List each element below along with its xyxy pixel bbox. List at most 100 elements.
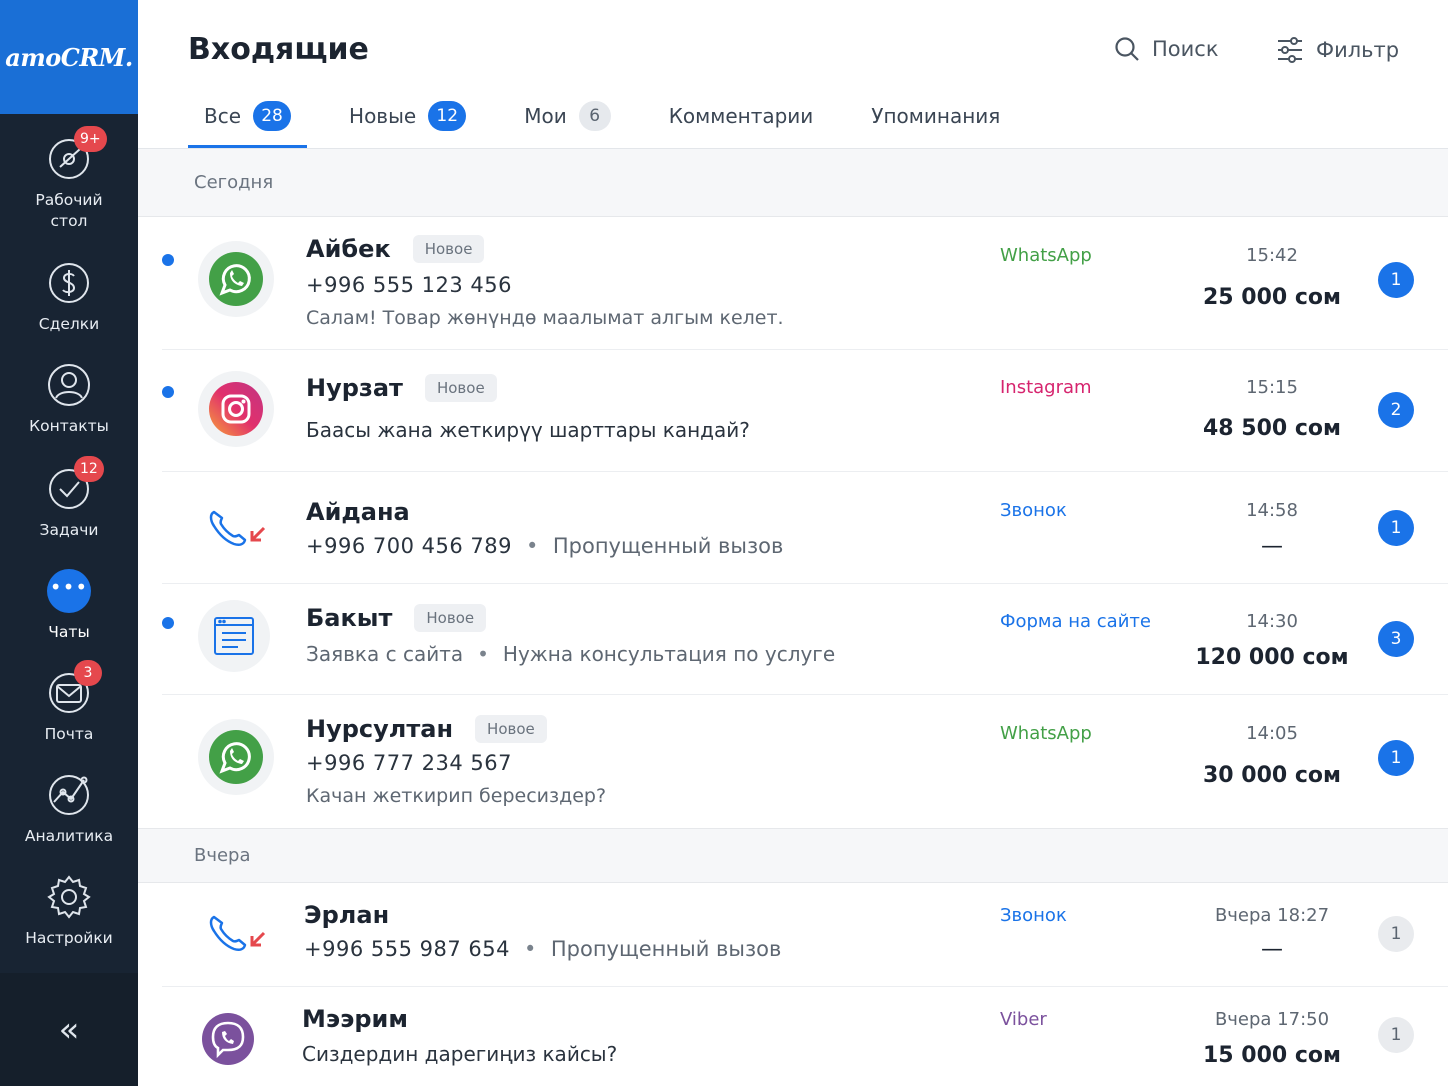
web-form-icon (198, 600, 270, 672)
sidebar-item-chats[interactable]: ••• Чаты (0, 568, 138, 643)
deal-amount: 30 000 сом (1203, 763, 1341, 788)
contact-name: Нурзат (306, 374, 403, 402)
tab-mentions[interactable]: Упоминания (871, 92, 1016, 140)
sidebar-item-label: Чаты (48, 623, 90, 641)
sidebar-item-label: Рабочий стол (35, 191, 103, 230)
tab-mine[interactable]: Мои 6 (524, 92, 627, 140)
sidebar-item-dashboard[interactable]: 9+ Рабочий стол (0, 126, 138, 232)
message-row[interactable]: Эрлан +996 555 987 654 • Пропущенный вызов… (162, 883, 1448, 987)
main-content: Входящие Поиск Фильтр Все 28 Новые 12 Мо… (138, 0, 1448, 1086)
collapse-sidebar-button[interactable]: « (0, 973, 138, 1086)
message-preview: Качан жеткирип бересиздер? (306, 785, 607, 807)
missed-call-icon (198, 895, 274, 971)
message-preview: Сиздердин дарегиңиз кайсы? (302, 1042, 618, 1066)
unread-dot (162, 254, 174, 266)
tab-label: Упоминания (871, 104, 1001, 128)
message-row[interactable]: Нурсултан Новое +996 777 234 567 Качан ж… (162, 695, 1448, 828)
sidebar-item-label: Аналитика (24, 827, 114, 845)
deal-amount: 15 000 сом (1203, 1043, 1341, 1068)
sidebar-item-label: Контакты (29, 417, 109, 435)
instagram-icon (198, 371, 274, 447)
section-label: Вчера (194, 845, 251, 866)
nav-badge: 12 (74, 456, 104, 482)
new-badge: Новое (414, 604, 487, 632)
search-label: Поиск (1152, 37, 1219, 61)
unread-count: 1 (1378, 510, 1414, 546)
message-row[interactable]: Нурзат Новое Баасы жана жеткирүү шарттар… (162, 350, 1448, 472)
filter-sliders-icon (1278, 37, 1302, 63)
unread-count: 3 (1378, 621, 1414, 657)
viber-icon (190, 1001, 266, 1077)
search-button[interactable]: Поиск (1114, 36, 1219, 62)
new-badge: Новое (424, 374, 497, 402)
contact-name: Эрлан (304, 901, 390, 929)
new-badge: Новое (475, 715, 547, 743)
contacts-icon (46, 362, 92, 408)
settings-icon (46, 874, 92, 920)
message-preview: Пропущенный вызов (550, 937, 782, 961)
message-time: Вчера 17:50 (1214, 1009, 1330, 1030)
sidebar-item-mail[interactable]: 3 Почта (0, 660, 138, 745)
message-row[interactable]: Мээрим Сиздердин дарегиңиз кайсы? Viber … (162, 987, 1448, 1086)
message-preview: Пропущенный вызов (552, 534, 784, 558)
sidebar-item-label: Почта (44, 725, 94, 743)
sidebar-item-deals[interactable]: Сделки (0, 260, 138, 335)
channel-label: Viber (1000, 1009, 1047, 1030)
section-label: Сегодня (194, 172, 274, 193)
sidebar-item-contacts[interactable]: Контакты (0, 362, 138, 437)
section-header-today: Сегодня (138, 149, 1448, 217)
analytics-icon (46, 772, 92, 818)
message-row[interactable]: Айдана +996 700 456 789 • Пропущенный вызо… (162, 472, 1448, 584)
channel-label: Звонок (1000, 905, 1067, 926)
page-title: Входящие (188, 32, 369, 67)
whatsapp-icon (198, 719, 274, 795)
channel-label: Форма на сайте (1000, 611, 1151, 632)
nav-badge: 9+ (74, 126, 107, 152)
chat-icon: ••• (46, 568, 92, 614)
contact-name: Мээрим (302, 1005, 408, 1033)
message-time: 14:58 (1246, 500, 1298, 521)
message-source: Заявка с сайта (306, 642, 464, 666)
dollar-icon (46, 260, 92, 306)
unread-count: 1 (1378, 740, 1414, 776)
tab-label: Новые (349, 104, 417, 128)
section-header-yesterday: Вчера (138, 828, 1448, 883)
new-badge: Новое (412, 235, 485, 263)
message-preview: Нужна консультация по услуге (502, 642, 836, 666)
deal-amount: 120 000 сом (1195, 645, 1349, 670)
sidebar-item-settings[interactable]: Настройки (0, 874, 138, 949)
sidebar-item-label: Настройки (25, 929, 113, 947)
message-preview: Салам! Товар жөнүндө маалымат алгым келе… (306, 307, 784, 329)
tab-label: Мои (524, 104, 567, 128)
missed-call-icon (198, 490, 274, 566)
whatsapp-icon (198, 241, 274, 317)
tab-new[interactable]: Новые 12 (349, 92, 482, 140)
contact-phone: +996 700 456 789 (306, 534, 512, 558)
message-time: 14:05 (1246, 723, 1298, 744)
tab-count-badge: 12 (428, 101, 467, 131)
message-row[interactable]: Айбек Новое +996 555 123 456 Салам! Това… (162, 217, 1448, 350)
deal-amount: 48 500 сом (1203, 416, 1341, 441)
sidebar: amoCRM. 9+ Рабочий стол Сделки Контакты … (0, 0, 138, 1086)
filter-label: Фильтр (1316, 38, 1400, 62)
contact-name: Нурсултан (306, 715, 454, 743)
message-time: 15:15 (1246, 377, 1298, 398)
deal-amount: — (1261, 937, 1283, 962)
contact-name: Айбек (306, 235, 391, 263)
sidebar-item-analytics[interactable]: Аналитика (0, 772, 138, 847)
mail-icon: 3 (46, 660, 102, 716)
tab-all[interactable]: Все 28 (188, 92, 308, 148)
unread-count: 1 (1378, 1017, 1414, 1053)
channel-label: Instagram (1000, 377, 1092, 398)
sidebar-item-tasks[interactable]: 12 Задачи (0, 456, 138, 541)
channel-label: WhatsApp (1000, 723, 1092, 744)
tab-comments[interactable]: Комментарии (669, 92, 830, 140)
contact-phone: +996 555 123 456 (306, 273, 512, 297)
message-time: 15:42 (1246, 245, 1298, 266)
message-row[interactable]: Бакыт Новое Заявка с сайта • Нужна консуль… (162, 584, 1448, 695)
nav-badge: 3 (74, 660, 102, 686)
message-time: Вчера 18:27 (1214, 905, 1330, 926)
app-logo[interactable]: amoCRM. (0, 0, 138, 114)
filter-button[interactable]: Фильтр (1276, 36, 1399, 64)
search-icon (1115, 37, 1139, 61)
